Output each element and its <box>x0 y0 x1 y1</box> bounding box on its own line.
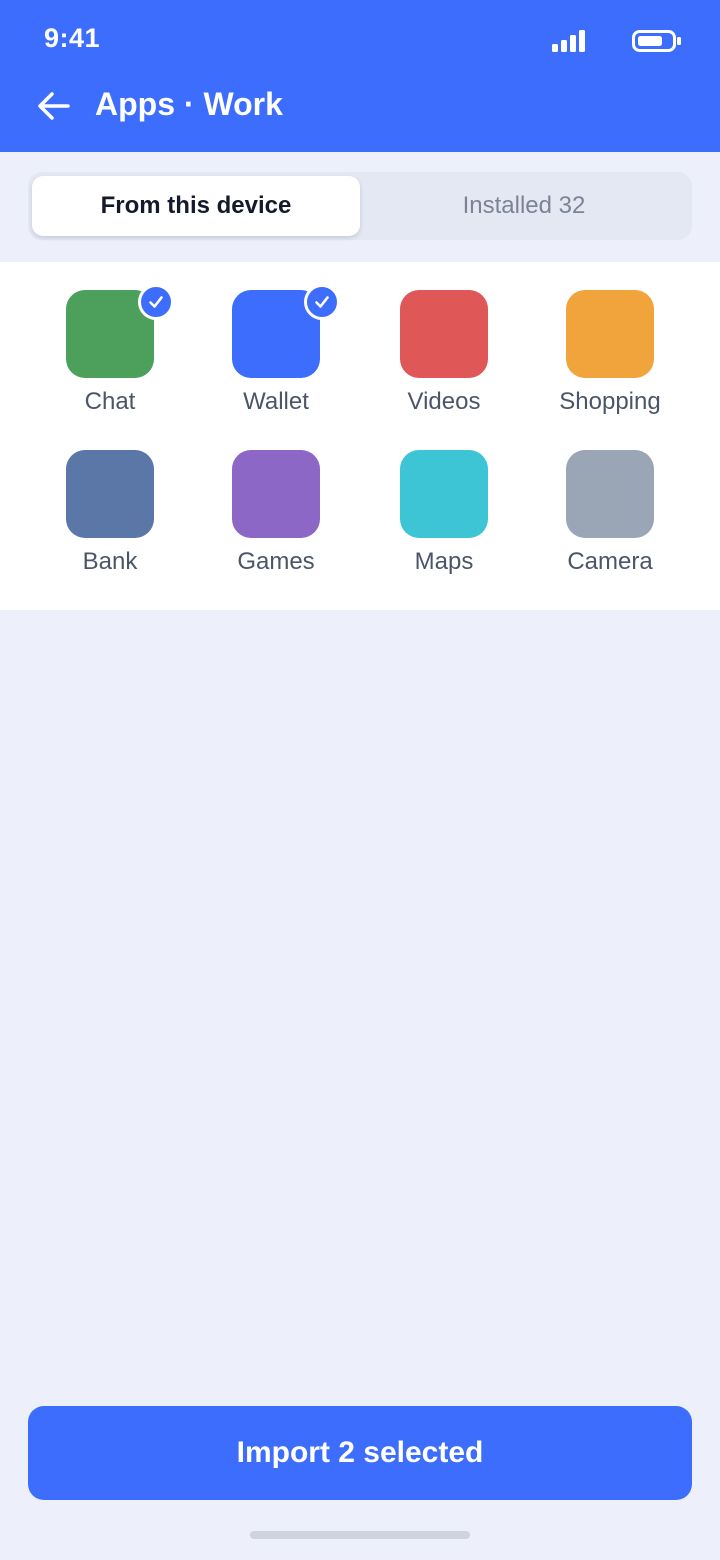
app-label: Camera <box>567 548 653 575</box>
app-tile[interactable]: Camera <box>530 422 690 575</box>
app-grid: Chat Wallet Videos Shopping Bank Games Maps Cam… <box>0 262 720 610</box>
page-title: Apps · Work <box>95 86 283 122</box>
app-icon <box>400 450 488 538</box>
app-label: Chat <box>84 388 136 415</box>
segmented-control: From this device Installed 32 <box>28 172 692 240</box>
app-tile[interactable]: Shopping <box>530 262 690 415</box>
app-tile[interactable]: Maps <box>364 422 524 575</box>
arrow-left-icon <box>38 92 70 120</box>
segment-bar: From this device Installed 32 <box>0 152 720 262</box>
app-label: Shopping <box>559 388 661 415</box>
app-tile[interactable]: Videos <box>364 262 524 415</box>
app-tile[interactable]: Chat <box>30 262 190 415</box>
app-icon <box>400 290 488 378</box>
back-button[interactable] <box>34 86 74 126</box>
app-tile[interactable]: Wallet <box>196 262 356 415</box>
app-icon <box>232 450 320 538</box>
home-indicator <box>250 1531 470 1539</box>
app-tile[interactable]: Games <box>196 422 356 575</box>
tab-installed[interactable]: Installed 32 <box>360 176 688 236</box>
status-time: 9:41 <box>44 23 101 53</box>
app-icon <box>66 450 154 538</box>
app-label: Maps <box>414 548 474 575</box>
app-label: Bank <box>82 548 138 575</box>
app-tile[interactable]: Bank <box>30 422 190 575</box>
header: 9:41 Apps · Work <box>0 0 720 152</box>
app-label: Videos <box>407 388 481 415</box>
check-icon <box>304 284 340 320</box>
app-icon <box>566 450 654 538</box>
app-label: Wallet <box>243 388 309 415</box>
tab-from-this-device[interactable]: From this device <box>32 176 360 236</box>
import-button[interactable]: Import 2 selected <box>28 1406 692 1500</box>
battery-icon <box>632 30 681 52</box>
app-icon <box>566 290 654 378</box>
check-icon <box>138 284 174 320</box>
app-label: Games <box>237 548 315 575</box>
signal-icon <box>552 30 585 52</box>
